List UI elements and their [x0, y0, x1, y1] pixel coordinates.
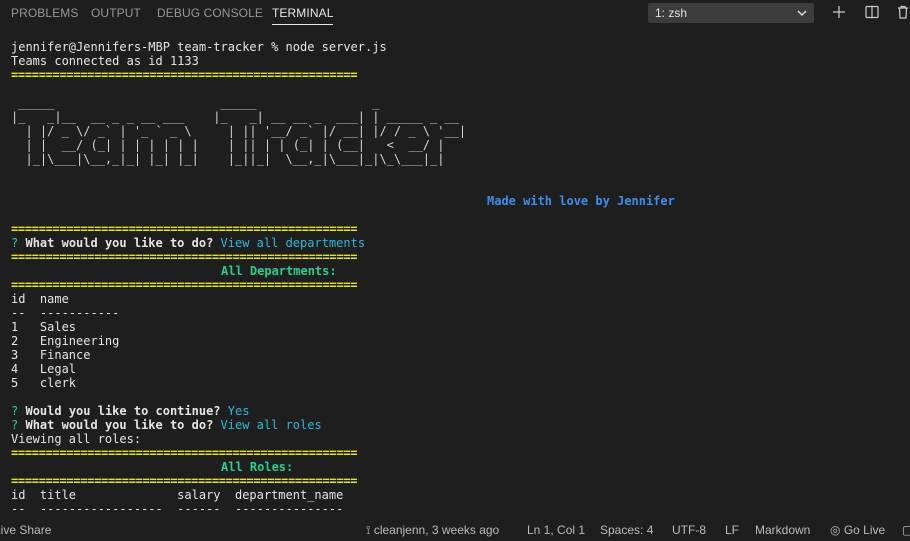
question-mark: ? [11, 404, 19, 418]
add-terminal-icon[interactable] [831, 4, 847, 20]
table-rule: -- ----------------- ------ ------------… [11, 502, 344, 512]
git-blame-status[interactable]: ⟟ cleanjenn, 3 weeks ago [366, 519, 499, 541]
commit-icon: ⟟ [366, 523, 371, 537]
table-row: 1 Sales [11, 320, 77, 334]
encoding-status[interactable]: UTF-8 [672, 519, 706, 541]
ascii-banner-line: |_|\___|\__,_|_| |_| |_| |_||_| \__,_|\_… [11, 152, 445, 166]
tab-debug-console[interactable]: DEBUG CONSOLE [157, 0, 263, 26]
departments-title: All Departments: [221, 264, 337, 278]
indentation-status[interactable]: Spaces: 4 [600, 519, 653, 541]
trash-icon[interactable] [895, 4, 910, 20]
table-header: id name [11, 292, 69, 306]
broadcast-icon: ◎ [830, 523, 841, 537]
separator: ========================================… [11, 278, 358, 292]
git-blame-label: cleanjenn, 3 weeks ago [373, 523, 500, 537]
tab-problems[interactable]: PROBLEMS [11, 0, 79, 26]
table-row: 3 Finance [11, 348, 91, 362]
table-rule: -- ----------- [11, 306, 120, 320]
table-row: 4 Legal [11, 362, 77, 376]
connection-message: Teams connected as id 1133 [11, 54, 199, 68]
eol-status[interactable]: LF [725, 519, 739, 541]
separator: ========================================… [11, 474, 358, 488]
terminal-select-value: 1: zsh [655, 6, 688, 20]
ascii-banner-line: | |/ _ \/ _` | '_ ` _ \ | || '__/ _` |/ … [11, 124, 467, 138]
table-row: 2 Engineering [11, 334, 120, 348]
shell-prompt: jennifer@Jennifers-MBP team-tracker % no… [11, 40, 387, 54]
table-row: 5 clerk [11, 376, 77, 390]
viewing-roles-message: Viewing all roles: [11, 432, 142, 446]
tab-terminal[interactable]: TERMINAL [272, 0, 334, 26]
prompt-question-2: ? Would you like to continue? Yes [11, 404, 901, 418]
terminal-output[interactable]: jennifer@Jennifers-MBP team-tracker % no… [11, 40, 901, 512]
separator: ========================================… [11, 222, 358, 236]
live-share-button[interactable]: Live Share [0, 519, 51, 541]
answer-text: Yes [227, 404, 250, 418]
table-header: id title salary department_name [11, 488, 344, 502]
prompt-question-1: ? What would you like to do? View all de… [11, 236, 901, 250]
ascii-banner-line: | | __/ (_| | | | | | | | || | | (_| | (… [11, 138, 445, 152]
question-text: Would you like to continue? [25, 404, 221, 418]
tab-output[interactable]: OUTPUT [91, 0, 141, 26]
status-bar: Live Share ⟟ cleanjenn, 3 weeks ago Ln 1… [0, 519, 910, 541]
question-text: What would you like to do? [25, 236, 214, 250]
made-with-love: Made with love by Jennifer [487, 194, 675, 208]
separator: ========================================… [11, 250, 358, 264]
panel-header: PROBLEMS OUTPUT DEBUG CONSOLE TERMINAL 1… [0, 0, 910, 26]
roles-title: All Roles: [221, 460, 294, 474]
answer-text: View all departments [220, 236, 366, 250]
ascii-banner-line: |_ _|__ __ _ _ __ ___ |_ _| __ __ _ ___|… [11, 110, 459, 124]
ascii-banner-line: _____ _____ _ [11, 96, 380, 110]
split-terminal-icon[interactable] [864, 4, 880, 20]
question-mark: ? [11, 236, 19, 250]
prompt-question-3: ? What would you like to do? View all ro… [11, 418, 901, 432]
question-mark: ? [11, 418, 19, 432]
language-mode[interactable]: Markdown [755, 519, 810, 541]
chevron-down-icon [797, 10, 807, 16]
answer-text: View all roles [220, 418, 322, 432]
separator: ========================================… [11, 446, 358, 460]
go-live-label: Go Live [843, 523, 886, 537]
cursor-position[interactable]: Ln 1, Col 1 [527, 519, 585, 541]
question-text: What would you like to do? [25, 418, 214, 432]
terminal-select[interactable]: 1: zsh [648, 3, 814, 23]
notifications-icon[interactable]: ▢ [902, 519, 910, 541]
go-live-button[interactable]: ◎ Go Live [830, 519, 885, 541]
separator: ========================================… [11, 68, 358, 82]
